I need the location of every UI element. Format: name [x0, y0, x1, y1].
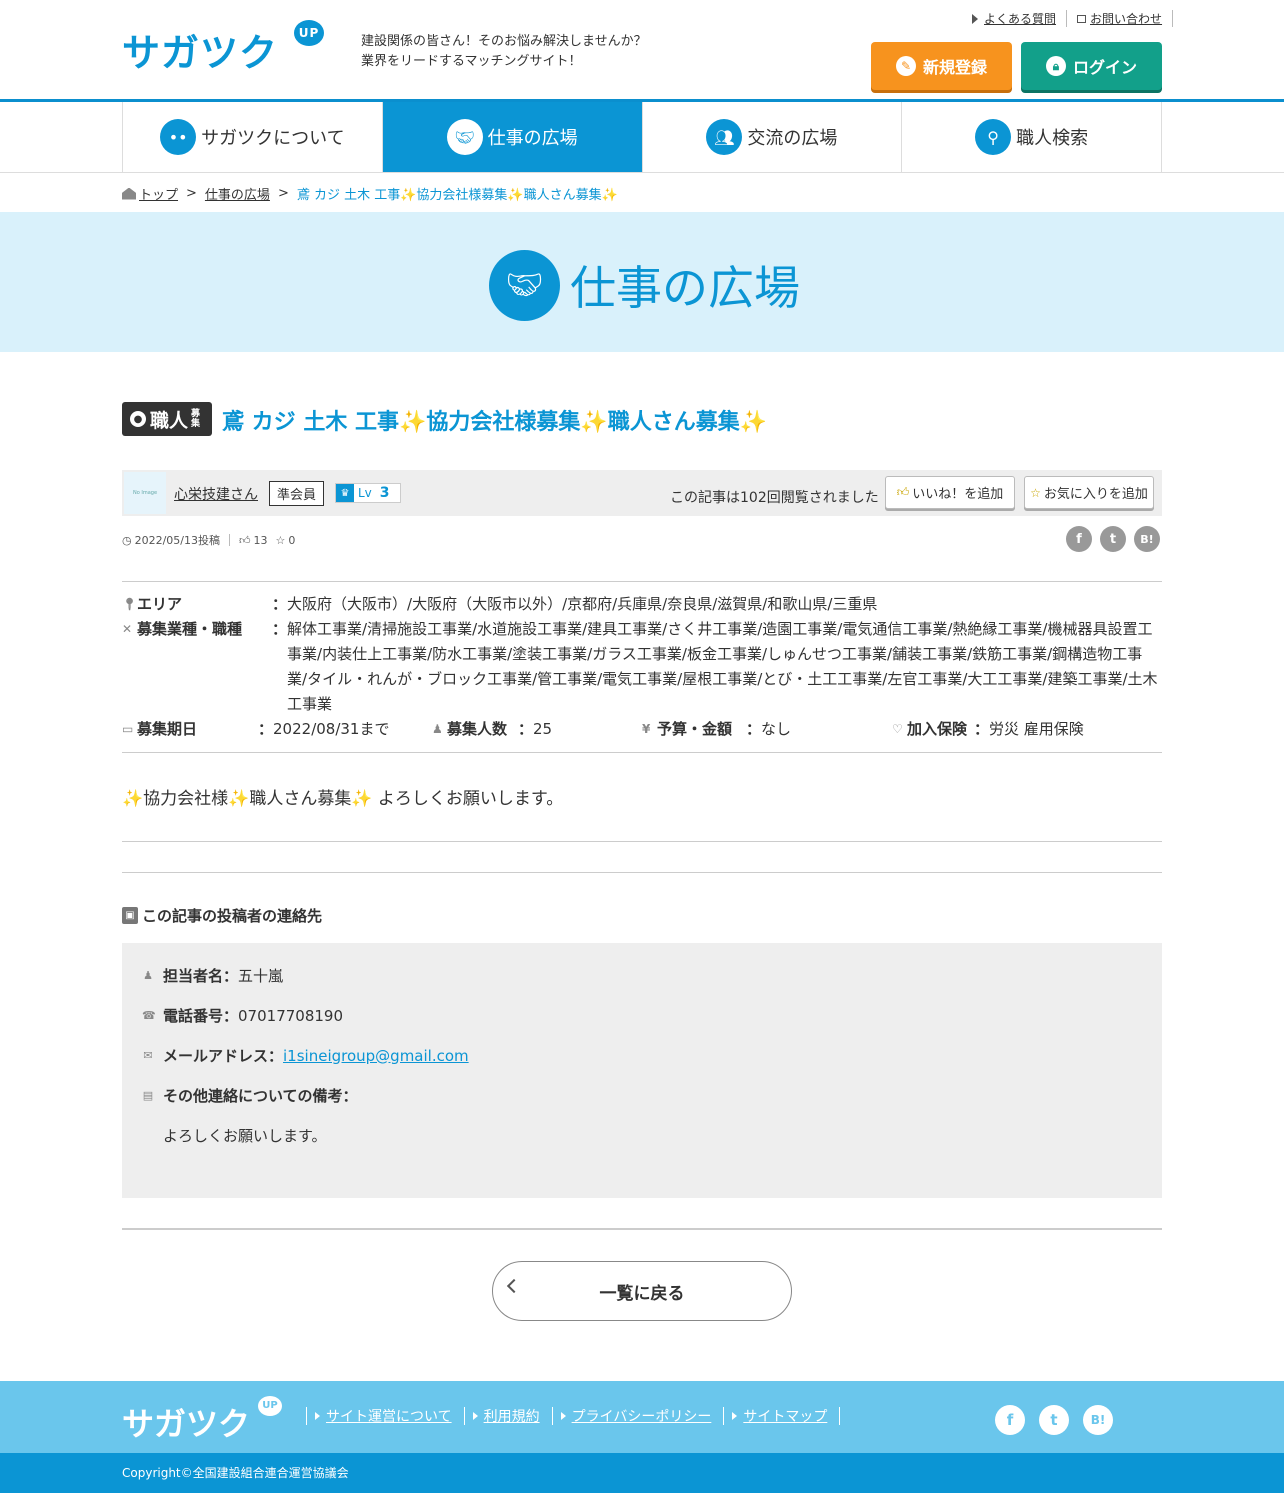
hatena-icon[interactable]: B!: [1083, 1405, 1113, 1435]
twitter-icon[interactable]: t: [1039, 1405, 1069, 1435]
map-pin-icon: 📍︎: [122, 597, 138, 611]
member-badge: 準会員: [269, 481, 325, 506]
email-link[interactable]: i1sineigroup@gmail.com: [283, 1047, 469, 1065]
footer-link-sitemap[interactable]: サイトマップ: [723, 1407, 841, 1425]
chevron-left-icon: [506, 1278, 522, 1294]
contact-card-icon: ▣: [122, 907, 138, 924]
arrow-icon: [472, 1412, 478, 1420]
breadcrumb-current: 鳶 カジ 土木 工事✨協力会社様募集✨職人さん募集✨: [296, 188, 618, 203]
phone-icon: ☎: [142, 1009, 156, 1022]
person-icon: ♟: [432, 722, 443, 736]
person-icon: ♟: [143, 969, 153, 982]
faq-link[interactable]: よくある質問: [962, 10, 1068, 27]
star-icon: ☆: [275, 533, 286, 547]
banner-title: 仕事の広場: [570, 261, 800, 315]
global-nav: •• サガツクについて 🤝︎ 仕事の広場 👥︎ 交流の広場 ⚲ 職人検索: [122, 102, 1162, 172]
logo-up-badge: UP: [294, 20, 324, 46]
copyright: Copyright©全国建設組合連合運営協議会: [0, 1453, 1284, 1493]
handshake-icon: 🤝︎: [446, 119, 483, 155]
nav-about[interactable]: •• サガツクについて: [123, 102, 383, 172]
contact-note: よろしくお願いします。: [163, 1127, 327, 1145]
thumbs-up-icon: 👍︎: [896, 485, 910, 499]
nav-community[interactable]: 👥︎ 交流の広場: [643, 102, 903, 172]
divider: [122, 1228, 1162, 1230]
handshake-icon: 🤝︎: [489, 250, 560, 321]
tools-icon: ✕: [122, 622, 133, 636]
note-icon: ▤: [142, 1089, 154, 1102]
contact-phone: ☎ 電話番号： 07017708190: [142, 1006, 343, 1026]
arrow-icon: [972, 13, 978, 24]
mail-icon: ✉: [143, 1049, 153, 1062]
author-link[interactable]: 心栄技建さん: [174, 484, 258, 504]
arrow-icon: [315, 1412, 320, 1420]
footer-link-terms[interactable]: 利用規約: [463, 1407, 552, 1425]
tagline: 建設関係の皆さん！そのお悩み解決しませんか？ 業界をリードするマッチングサイト！: [361, 34, 647, 69]
footer-link-about[interactable]: サイト運営について: [306, 1407, 464, 1425]
category-badge: ● 職人 募集: [122, 402, 212, 436]
lock-icon: 🔒︎: [1045, 56, 1066, 76]
contact-email: ✉ メールアドレス： i1sineigroup@gmail.com: [143, 1046, 469, 1066]
nav-divider: [0, 172, 1284, 173]
view-count: この記事は102回閲覧されました: [670, 490, 879, 506]
contact-link[interactable]: お問い合わせ: [1067, 10, 1174, 27]
top-links: よくある質問 お問い合わせ: [962, 10, 1174, 27]
divider: [122, 752, 1162, 753]
arrow-icon: [560, 1412, 566, 1420]
like-button[interactable]: 👍︎ いいね！を追加: [885, 476, 1015, 509]
people-icon: 👥︎: [706, 119, 743, 155]
heart-icon: ♡: [892, 722, 903, 736]
divider: [122, 841, 1162, 842]
nav-search[interactable]: ⚲ 職人検索: [902, 102, 1162, 172]
crown-icon: ♛: [336, 484, 354, 502]
post-title: 鳶 カジ 土木 工事✨協力会社様募集✨職人さん募集✨: [222, 410, 768, 435]
like-count: 👍︎ 13: [239, 533, 268, 547]
section-banner: 🤝︎ 仕事の広場: [0, 212, 1284, 352]
pencil-icon: ✎: [895, 56, 916, 76]
avatar[interactable]: No Image: [124, 472, 166, 514]
favorite-count: ☆ 0: [275, 533, 296, 547]
divider: [122, 581, 1162, 582]
hatena-share-icon[interactable]: B!: [1134, 526, 1160, 552]
footer-link-privacy[interactable]: プライバシーポリシー: [551, 1407, 724, 1425]
breadcrumb-section[interactable]: 仕事の広場: [205, 184, 270, 203]
calendar-icon: ▭: [122, 722, 134, 736]
home-icon: [122, 187, 136, 200]
clock-icon: ◷: [122, 533, 132, 547]
arrow-icon: [732, 1412, 738, 1420]
contact-heading: ▣ この記事の投稿者の連絡先: [122, 905, 322, 926]
contact-box: ♟ 担当者名： 五十嵐 ☎ 電話番号： 07017708190 ✉ メールアドレス：…: [122, 943, 1162, 1198]
post-date: ◷ 2022/05/13投稿: [122, 533, 221, 548]
favorite-button[interactable]: ☆ お気に入りを追加: [1024, 476, 1154, 509]
login-button[interactable]: 🔒︎ ログイン: [1021, 42, 1162, 90]
nav-jobs[interactable]: 🤝︎ 仕事の広場: [382, 102, 643, 172]
window-icon: [1077, 14, 1087, 23]
footer-logo[interactable]: サガツク UP: [122, 1396, 282, 1445]
author-bar: No Image 心栄技建さん 準会員 ♛ Lv 3 この記事は102回閲覧され…: [122, 470, 1162, 516]
contact-person: ♟ 担当者名： 五十嵐: [143, 967, 284, 985]
search-icon: ⚲: [975, 119, 1012, 155]
facebook-icon[interactable]: f: [995, 1405, 1025, 1435]
person-icon: ●: [130, 411, 146, 427]
site-footer: サガツク UP サイト運営について 利用規約 プライバシーポリシー サイトマップ…: [0, 1381, 1284, 1453]
eyes-icon: ••: [160, 119, 197, 155]
register-button[interactable]: ✎ 新規登録: [871, 42, 1012, 90]
site-header: サガツク UP 建設関係の皆さん！そのお悩み解決しませんか？ 業界をリードするマ…: [0, 0, 1284, 102]
thumbs-up-icon: 👍︎: [239, 533, 251, 547]
back-to-list-button[interactable]: 一覧に戻る: [492, 1261, 792, 1321]
site-logo[interactable]: サガツク UP: [122, 20, 324, 77]
level-badge: ♛ Lv 3: [335, 483, 401, 503]
yen-icon: ¥: [642, 722, 651, 736]
facebook-share-icon[interactable]: f: [1066, 526, 1092, 552]
contact-note-label: ▤ その他連絡についての備考：: [142, 1087, 358, 1105]
divider: [122, 872, 1162, 873]
post-meta: ◷ 2022/05/13投稿 👍︎ 13 ☆ 0: [122, 532, 295, 548]
logo-up-badge: UP: [258, 1396, 282, 1416]
twitter-share-icon[interactable]: t: [1100, 526, 1126, 552]
footer-links: サイト運営について 利用規約 プライバシーポリシー サイトマップ: [306, 1407, 841, 1425]
breadcrumb: トップ > 仕事の広場 > 鳶 カジ 土木 工事✨協力会社様募集✨職人さん募集✨: [122, 184, 618, 203]
star-icon: ☆: [1030, 485, 1041, 500]
breadcrumb-top[interactable]: トップ: [139, 184, 178, 203]
post-body: ✨協力会社様✨職人さん募集✨ よろしくお願いします。: [122, 789, 564, 809]
